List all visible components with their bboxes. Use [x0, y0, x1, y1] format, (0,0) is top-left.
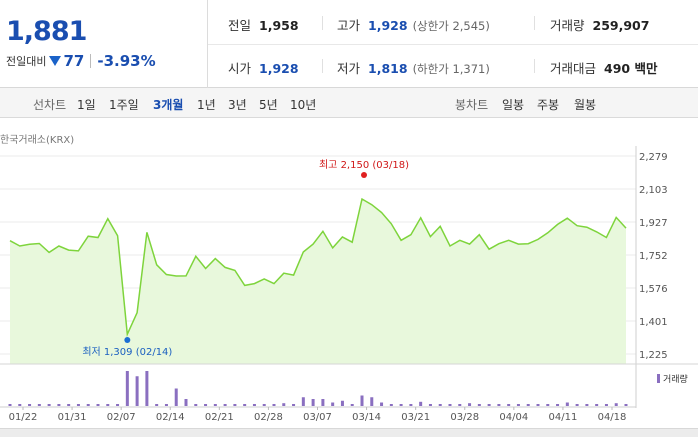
x-tick-label: 04/18 [598, 412, 627, 423]
volume-bar [487, 404, 491, 406]
volume-bar [448, 404, 452, 406]
volume-bar [164, 404, 168, 406]
volume-bar [174, 388, 178, 406]
volume-bar [350, 404, 354, 406]
volume-bar [340, 400, 344, 406]
volume-bar [233, 404, 237, 406]
volume-bar [145, 371, 149, 406]
x-tick-label: 01/22 [9, 412, 38, 423]
volume-legend-swatch [657, 374, 660, 383]
volume-bar [125, 371, 129, 406]
low-annotation: 최저 1,309 (02/14) [82, 346, 172, 358]
volume-bar [194, 404, 198, 406]
volume-bar [565, 402, 569, 406]
volume-bar [556, 404, 560, 406]
y-tick-label: 1,401 [639, 317, 668, 328]
volume-bar [311, 399, 315, 406]
volume-legend: 거래량 [657, 372, 688, 385]
volume-bar [47, 404, 51, 406]
volume-bar [86, 404, 90, 406]
low-marker [124, 337, 131, 343]
volume-bar [624, 404, 628, 406]
volume-bar [575, 404, 579, 406]
volume-bar [409, 404, 413, 406]
volume-bar [57, 404, 61, 406]
volume-bar [204, 404, 208, 406]
volume-bar [223, 404, 227, 406]
high-marker [361, 172, 367, 178]
volume-bar [546, 404, 550, 406]
volume-bar [585, 404, 589, 406]
volume-bar [507, 404, 511, 406]
x-tick-label: 03/14 [352, 412, 381, 423]
volume-bar [272, 404, 276, 406]
y-tick-label: 2,103 [639, 185, 668, 196]
y-tick-label: 1,576 [639, 284, 668, 295]
x-tick-label: 02/07 [107, 412, 136, 423]
volume-bar [331, 402, 335, 406]
volume-bar [468, 403, 472, 406]
volume-bar [516, 404, 520, 406]
volume-bar [389, 404, 393, 406]
volume-bar [458, 404, 462, 406]
x-tick-label: 03/21 [401, 412, 430, 423]
volume-bar [76, 404, 80, 406]
price-area [10, 199, 626, 364]
volume-bar [67, 404, 71, 406]
x-tick-label: 02/28 [254, 412, 283, 423]
y-tick-label: 1,752 [639, 251, 668, 262]
x-tick-label: 03/28 [450, 412, 479, 423]
volume-bar [380, 402, 384, 406]
volume-bar [614, 403, 618, 406]
volume-bar [321, 399, 325, 406]
volume-bar [184, 399, 188, 406]
x-tick-label: 03/07 [303, 412, 332, 423]
volume-bar [399, 404, 403, 406]
x-tick-label: 01/31 [58, 412, 87, 423]
volume-bar [8, 404, 12, 406]
volume-bar [262, 404, 266, 406]
volume-bar [18, 404, 22, 406]
volume-bar [477, 404, 481, 406]
volume-bar [536, 404, 540, 406]
volume-bar [243, 404, 247, 406]
x-tick-label: 02/21 [205, 412, 234, 423]
volume-bar [96, 404, 100, 406]
volume-bar [497, 404, 501, 406]
volume-bar [37, 404, 41, 406]
volume-bar [604, 404, 608, 406]
volume-legend-label: 거래량 [663, 375, 688, 385]
price-chart: 2,279 2,103 1,927 1,752 1,576 1,401 1,225 최고 2,… [0, 146, 698, 423]
x-tick-label: 04/04 [499, 412, 528, 423]
high-annotation: 최고 2,150 (03/18) [319, 159, 409, 171]
volume-bar [213, 404, 217, 406]
volume-bar [301, 397, 305, 406]
volume-bar [370, 397, 374, 406]
volume-bar [595, 404, 599, 406]
volume-bar [135, 376, 139, 406]
volume-bar [419, 401, 423, 406]
y-tick-label: 1,225 [639, 350, 668, 361]
volume-bar [106, 404, 110, 406]
volume-bar [428, 404, 432, 406]
y-tick-label: 1,927 [639, 218, 668, 229]
x-tick-label: 04/11 [549, 412, 578, 423]
volume-bar [526, 404, 530, 406]
volume-bar [116, 404, 120, 406]
volume-bar [292, 404, 296, 406]
volume-bar [155, 404, 159, 406]
y-tick-label: 2,279 [639, 152, 668, 163]
volume-bar [252, 404, 256, 406]
volume-bar [28, 404, 32, 406]
volume-bar [360, 395, 364, 406]
chart-scrollbar[interactable] [0, 428, 698, 437]
x-tick-label: 02/14 [156, 412, 185, 423]
volume-bar [282, 403, 286, 406]
volume-bar [438, 404, 442, 406]
